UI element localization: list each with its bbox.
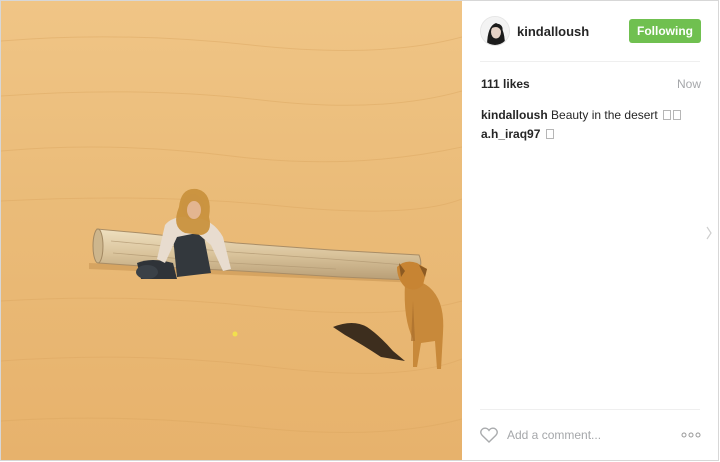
comment-item: kindalloush Beauty in the desert xyxy=(481,106,701,125)
likes-count[interactable]: 111 likes xyxy=(481,77,530,91)
post-photo[interactable] xyxy=(1,1,462,460)
comment-item: a.h_iraq97 xyxy=(481,125,701,144)
heart-icon[interactable] xyxy=(480,427,498,443)
username-link[interactable]: kindalloush xyxy=(517,24,589,39)
comment-text: Beauty in the desert xyxy=(551,108,658,122)
comment-author[interactable]: kindalloush xyxy=(481,108,548,122)
more-options-icon[interactable] xyxy=(681,432,701,438)
unrendered-emoji-glyph xyxy=(673,110,682,120)
post-header: kindalloush Following xyxy=(480,1,701,62)
next-arrow-icon[interactable] xyxy=(706,226,712,240)
post-timestamp: Now xyxy=(676,77,701,91)
add-comment-input[interactable] xyxy=(507,426,657,444)
comment-author[interactable]: a.h_iraq97 xyxy=(481,127,540,141)
avatar-portrait-icon xyxy=(481,17,509,45)
following-button[interactable]: Following xyxy=(629,19,701,43)
desert-scene-image xyxy=(1,1,462,460)
comment-list: kindalloush Beauty in the desert a.h_ira… xyxy=(481,106,701,144)
post-container: kindalloush Following 111 likes Now kind… xyxy=(0,0,719,461)
avatar[interactable] xyxy=(480,16,510,46)
post-footer xyxy=(480,409,701,460)
unrendered-emoji-glyph xyxy=(545,129,554,139)
post-sidebar: kindalloush Following 111 likes Now kind… xyxy=(462,1,718,460)
unrendered-emoji-glyph xyxy=(663,110,672,120)
